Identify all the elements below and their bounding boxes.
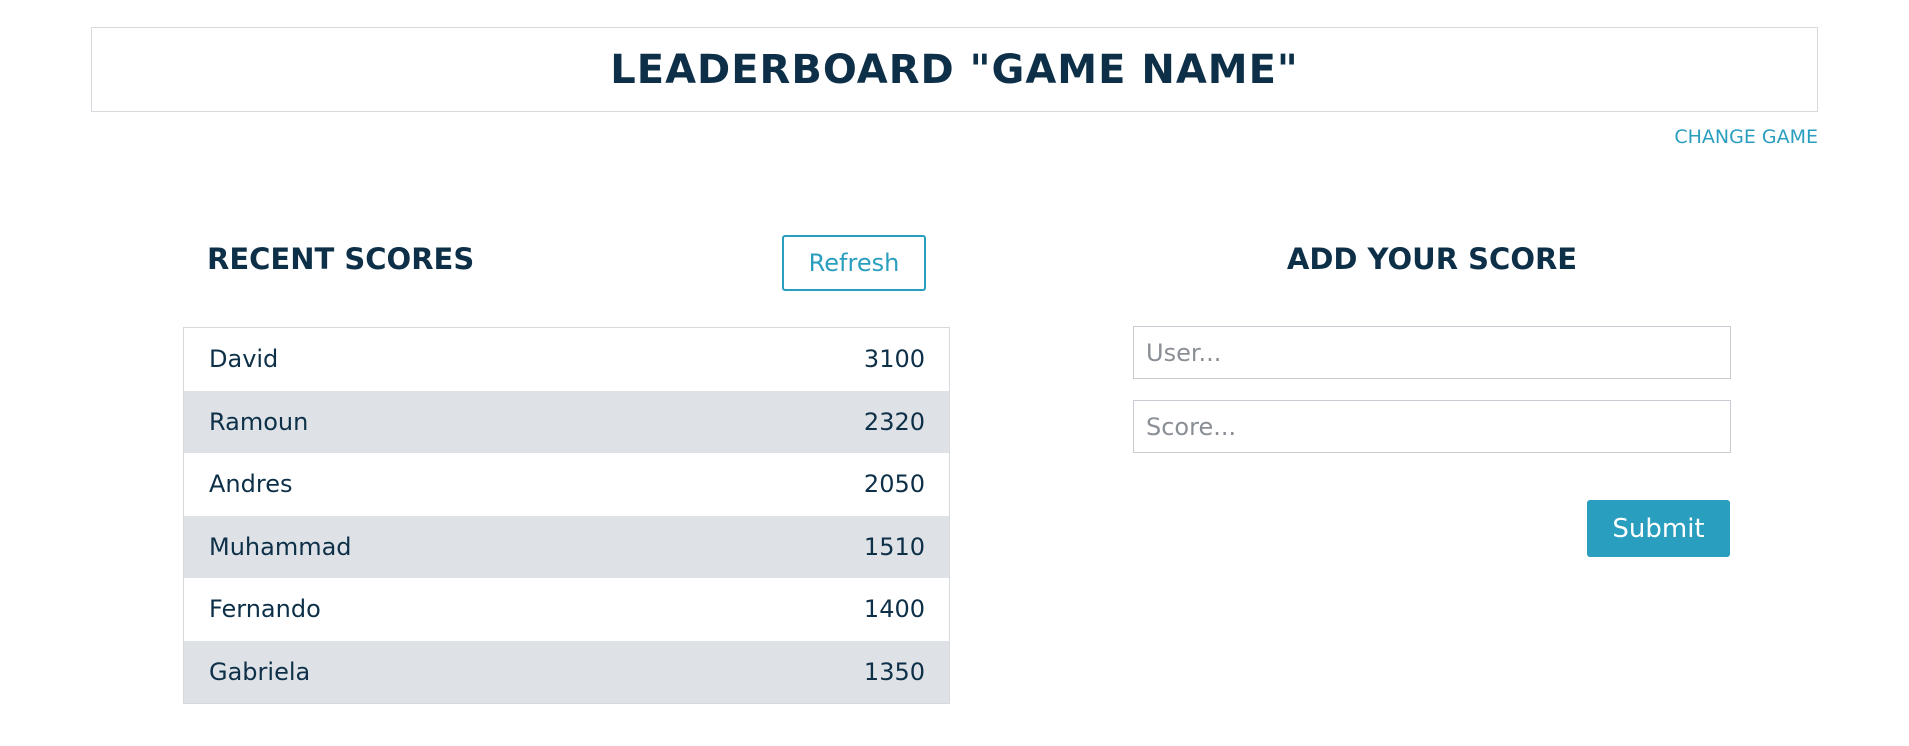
player-score: 2320 [863,407,925,436]
player-name: David [209,345,279,374]
player-name: Andres [209,470,293,499]
scores-list: David 3100 Ramoun 2320 Andres 2050 Muham… [183,327,950,704]
player-name: Fernando [209,595,321,624]
list-item: Muhammad 1510 [184,515,949,578]
player-name: Ramoun [209,407,309,436]
player-score: 3100 [863,345,925,374]
list-item: Gabriela 1350 [184,640,949,703]
header-banner: LEADERBOARD "GAME NAME" [91,27,1818,112]
player-score: 1350 [863,657,925,686]
refresh-button[interactable]: Refresh [782,235,926,291]
submit-button[interactable]: Submit [1587,500,1730,557]
page-title: LEADERBOARD "GAME NAME" [610,46,1299,93]
player-name: Gabriela [209,657,311,686]
player-score: 1400 [863,595,925,624]
list-item: Fernando 1400 [184,578,949,641]
list-item: Andres 2050 [184,453,949,516]
recent-scores-title: RECENT SCORES [207,242,475,276]
player-name: Muhammad [209,532,352,561]
add-score-title: ADD YOUR SCORE [1286,242,1578,276]
change-game-link[interactable]: CHANGE GAME [1674,126,1818,148]
player-score: 1510 [863,532,925,561]
score-input[interactable] [1133,400,1731,453]
list-item: Ramoun 2320 [184,390,949,453]
player-score: 2050 [863,470,925,499]
list-item: David 3100 [184,328,949,391]
user-input[interactable] [1133,326,1731,379]
